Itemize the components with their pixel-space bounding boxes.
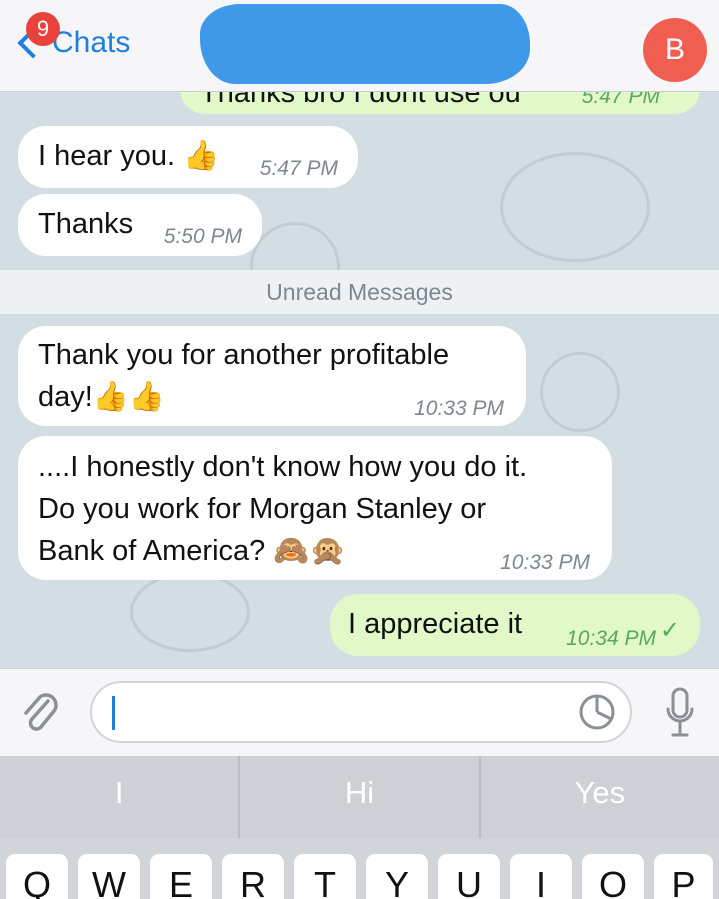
suggestion-1[interactable]: I (0, 756, 241, 838)
unread-badge: 9 (26, 12, 60, 46)
composer-bar (0, 668, 719, 756)
unread-messages-divider: Unread Messages (0, 270, 719, 314)
chat-header: Chats 9 las ntly B (0, 0, 719, 92)
key-i[interactable]: I (510, 854, 572, 899)
outgoing-message[interactable]: I appreciate it 10:34 PM ✓ (330, 594, 700, 656)
suggestion-2[interactable]: Hi (240, 756, 481, 838)
key-y[interactable]: Y (366, 854, 428, 899)
incoming-message[interactable]: ....I honestly don't know how you do it.… (18, 436, 612, 580)
keyboard: Q W E R T Y U I O P (0, 838, 719, 899)
key-e[interactable]: E (150, 854, 212, 899)
background-doodle (540, 352, 620, 432)
incoming-message[interactable]: Thanks 5:50 PM (18, 194, 262, 256)
background-doodle (500, 152, 650, 262)
paperclip-icon[interactable] (20, 689, 60, 737)
key-p[interactable]: P (654, 854, 713, 899)
key-t[interactable]: T (294, 854, 356, 899)
contact-avatar[interactable]: B (643, 18, 707, 82)
suggestion-3[interactable]: Yes (481, 756, 719, 838)
key-o[interactable]: O (582, 854, 644, 899)
incoming-message[interactable]: I hear you. 👍 5:47 PM (18, 126, 358, 188)
back-label: Chats (52, 26, 131, 59)
background-doodle (130, 572, 250, 652)
incoming-message[interactable]: Thank you for another profitable day!👍👍 … (18, 326, 526, 426)
key-u[interactable]: U (438, 854, 500, 899)
redacted-contact-name[interactable] (200, 4, 530, 84)
message-list[interactable]: Thanks bro I dont use ou 5:47 PM I hear … (0, 92, 719, 668)
quicktype-suggestions: I Hi Yes (0, 756, 719, 838)
key-q[interactable]: Q (6, 854, 68, 899)
read-check-icon: ✓ (659, 617, 680, 644)
key-w[interactable]: W (78, 854, 140, 899)
message-input[interactable] (90, 681, 632, 743)
key-r[interactable]: R (222, 854, 284, 899)
text-caret (112, 696, 115, 730)
outgoing-message[interactable]: Thanks bro I dont use ou 5:47 PM (180, 92, 700, 114)
sticker-icon[interactable] (578, 693, 616, 731)
microphone-icon[interactable] (665, 687, 695, 739)
